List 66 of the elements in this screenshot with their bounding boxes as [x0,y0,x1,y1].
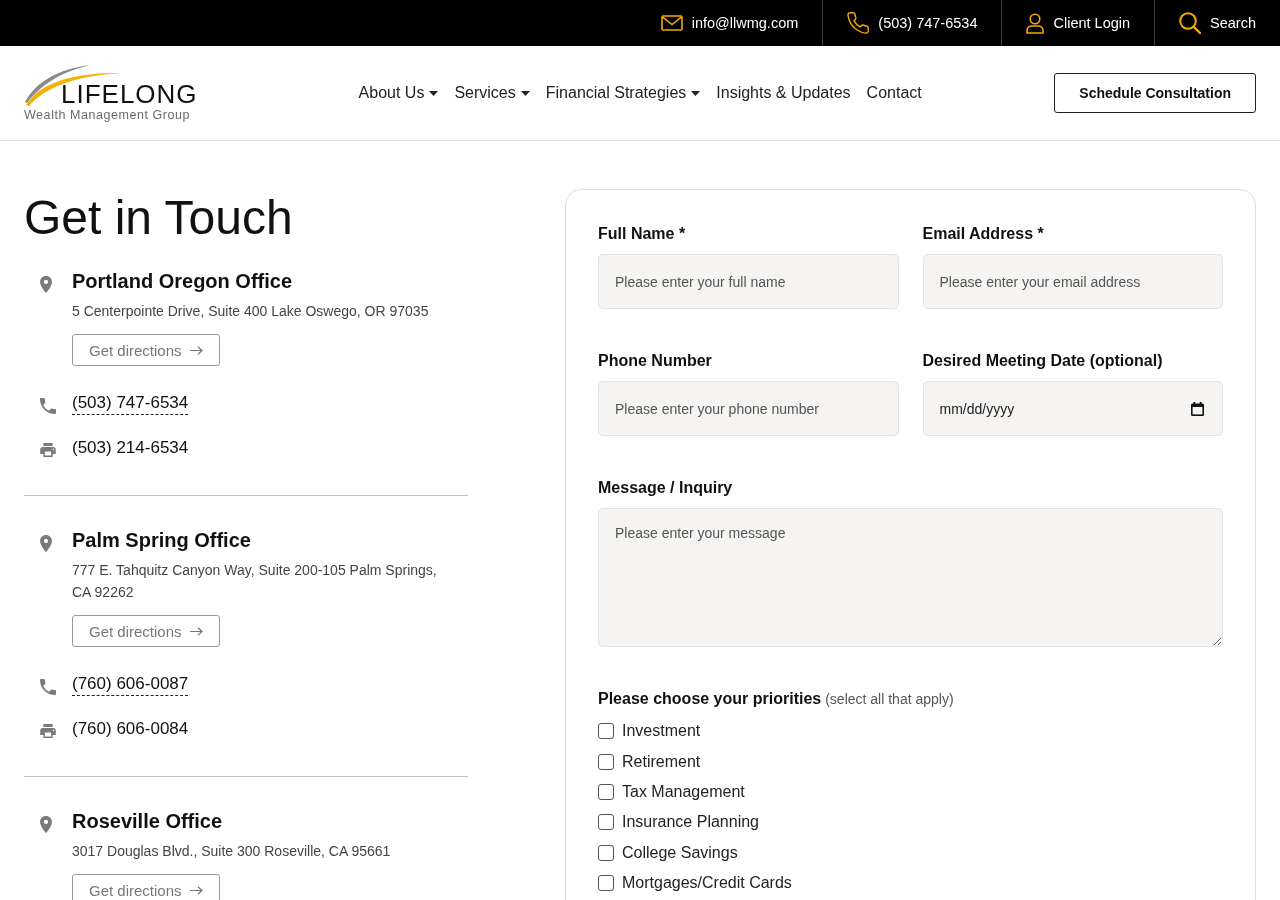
directions-button[interactable]: Get directions [72,615,220,647]
arrow-icon [189,345,203,355]
office-name: Roseville Office [72,809,224,834]
checkbox[interactable] [598,783,614,800]
directions-button[interactable]: Get directions [72,334,220,366]
phone-icon [847,12,870,34]
directions-button[interactable]: Get directions [72,874,220,900]
input-field[interactable]: Please enter your phone number [598,381,899,436]
phone-link[interactable]: (503) 747-6534 [822,0,1002,46]
field-label: Phone Number [598,351,713,371]
option-label[interactable]: Tax Management [622,782,745,801]
phone-icon [40,678,56,695]
option-label[interactable]: Insurance Planning [622,813,759,832]
input-field[interactable]: Please enter your email address [922,254,1223,309]
option-label[interactable]: Investment [622,722,701,741]
checkbox[interactable] [598,723,614,740]
option-label[interactable]: Mortgages/Credit Cards [622,874,792,893]
date-field[interactable]: mm/dd/yyyy [922,381,1223,436]
office-address: 5 Centerpointe Drive, Suite 400 Lake Oswego, OR 97035 [72,302,429,321]
field-label: Desired Meeting Date (optional) [922,351,1164,371]
field-label: Full Name * [598,224,687,244]
priorities-title: Please choose your priorities [598,690,822,707]
office-address: 3017 Douglas Blvd., Suite 300 Roseville, CA 95661 [72,842,391,861]
printer-icon [40,723,56,738]
nav-link[interactable]: Services [454,84,530,102]
map-pin-icon [40,276,52,293]
caret-icon [520,90,530,96]
login-link[interactable]: Client Login [1001,0,1155,46]
phone-link[interactable]: (760) 606-0087 [72,673,189,696]
nav-link[interactable]: Insights & Updates [716,84,851,102]
schedule-button[interactable]: Schedule Consultation [1054,73,1256,113]
envelope-icon [660,15,683,31]
checkbox[interactable] [598,814,614,831]
arrow-icon [189,626,203,636]
message-field[interactable]: Please enter your message [598,508,1223,647]
caret-icon [691,90,701,96]
nav-link[interactable]: Financial Strategies [545,84,701,102]
map-pin-icon [40,535,52,552]
email-link[interactable]: info@llwmg.com [636,0,823,46]
logo-link[interactable]: LIFELONG Wealth Management Group [24,64,196,122]
fax-number: (503) 214-6534 [72,437,189,459]
checkbox[interactable] [598,875,614,892]
search-icon [1179,12,1202,34]
caret-icon [429,90,439,96]
phone-icon [40,397,56,414]
fax-number: (760) 606-0084 [72,718,189,740]
priorities-hint: (select all that apply) [825,691,954,707]
option-label[interactable]: College Savings [622,843,738,862]
input-field[interactable]: Please enter your full name [598,254,899,309]
user-icon [1026,12,1045,34]
office-name: Portland Oregon Office [72,269,294,294]
page-title: Get in Touch [24,190,294,246]
map-pin-icon [40,816,52,833]
field-label: Message / Inquiry [598,478,734,498]
field-label: Email Address * [922,224,1045,244]
nav-link[interactable]: About Us [358,84,439,102]
checkbox[interactable] [598,844,614,861]
arrow-icon [189,885,203,895]
office-address: 777 E. Tahquitz Canyon Way, Suite 200-105 Palm Springs, CA 92262 [72,561,438,602]
option-label[interactable]: Retirement [622,752,701,771]
office-name: Palm Spring Office [72,528,252,553]
search-button[interactable]: Search [1154,0,1280,46]
nav-link[interactable]: Contact [866,84,922,102]
checkbox[interactable] [598,753,614,770]
printer-icon [40,442,56,457]
phone-link[interactable]: (503) 747-6534 [72,392,189,415]
